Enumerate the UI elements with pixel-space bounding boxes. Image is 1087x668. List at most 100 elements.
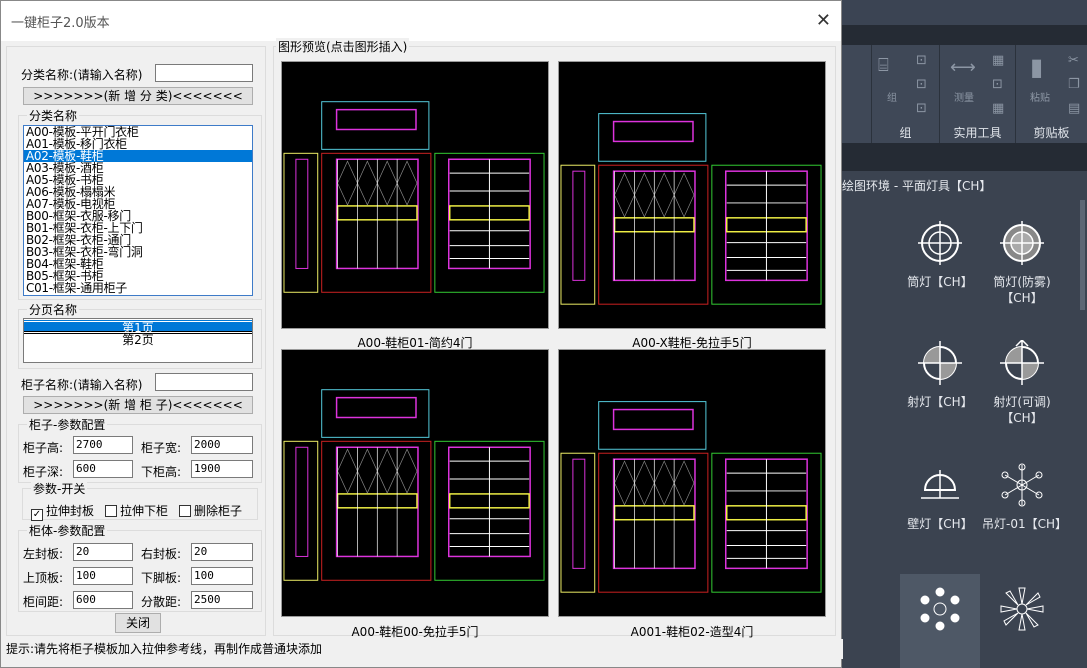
stretch-panel-checkbox[interactable]: ✓ 拉伸封板	[31, 502, 94, 521]
cabinet-dialog: 一键柜子2.0版本 ✕ 分类名称:(请输入名称) >>>>>>>(新 增 分 类…	[0, 0, 843, 668]
preview-thumbnail[interactable]	[281, 349, 549, 617]
page-list[interactable]: 第1页 第2页	[23, 318, 253, 363]
cabinet-drawing	[283, 389, 545, 581]
door-pattern	[376, 448, 398, 494]
left-panel-input[interactable]: 20	[73, 543, 133, 561]
side-view	[295, 446, 309, 557]
ribbon-group-label[interactable]: 组	[872, 124, 939, 141]
category-group-title: 分类名称	[27, 107, 80, 124]
door-pattern	[357, 448, 378, 494]
palette-item[interactable]: 筒灯(防雾)【CH】	[982, 220, 1062, 306]
ribbon-group-label[interactable]: 实用工具	[940, 124, 1015, 141]
cabinet-params-title: 柜子-参数配置	[27, 416, 108, 433]
top-view	[335, 108, 417, 131]
body-params-title: 柜体-参数配置	[27, 522, 108, 539]
category-name-input[interactable]	[155, 64, 253, 82]
palette-title: 绘图环境 - 平面灯具【CH】	[842, 175, 1087, 197]
palette-item[interactable]: 射灯【CH】	[900, 340, 980, 410]
ribbon-group-group[interactable]: ⌸ 组 ⊡ ⊡ ⊡ 组	[872, 45, 940, 143]
right-panel-label: 右封板:	[141, 547, 182, 561]
preview-caption[interactable]: A00-X鞋柜-免拉手5门	[558, 334, 826, 351]
ungroup-icon[interactable]: ⊡	[916, 53, 927, 68]
palette-item[interactable]: 射灯(可调)【CH】	[982, 340, 1062, 426]
stretch-lower-label: 拉伸下柜	[120, 504, 169, 518]
preview-title: 图形预览(点击图形插入)	[276, 38, 410, 55]
door-pattern	[634, 460, 655, 506]
palette-item[interactable]: 筒灯【CH】	[900, 220, 980, 290]
top-view	[612, 120, 694, 143]
cabinet-depth-input[interactable]: 600	[73, 460, 133, 478]
delete-cabinet-checkbox[interactable]: 删除柜子	[179, 502, 242, 519]
cabinet-name-label: 柜子名称:(请输入名称)	[21, 378, 143, 392]
paste-button-label[interactable]: 粘贴	[1020, 89, 1060, 104]
door-pattern	[337, 448, 358, 494]
checkbox-checked-icon[interactable]: ✓	[31, 509, 43, 521]
cabinet-name-input[interactable]	[155, 373, 253, 391]
ribbon-group-clipboard[interactable]: ▮ 粘贴 ✂ ❐ ▤ 剪贴板	[1016, 45, 1087, 143]
category-name-label: 分类名称:(请输入名称)	[21, 68, 143, 82]
cabinet-width-input[interactable]: 2000	[191, 436, 253, 454]
side-view-frame	[560, 452, 596, 593]
side-view-frame	[283, 152, 319, 293]
close-button[interactable]: 关闭	[115, 613, 161, 633]
ribbon: ⌸ 组 ⊡ ⊡ ⊡ 组 ⟷ 测量 ▦ ⊡ ▦ 实用工具 ▮ 粘贴 ✂ ❐ ▤ 剪…	[842, 45, 1087, 143]
palette-item-label: 壁灯【CH】	[907, 517, 973, 531]
stretch-lower-checkbox[interactable]: 拉伸下柜	[105, 502, 168, 519]
preview-thumbnail[interactable]	[558, 61, 826, 329]
group-select-icon[interactable]: ⊡	[916, 101, 927, 116]
front-view-frame	[321, 152, 432, 293]
top-view-frame	[321, 101, 430, 150]
spacing-input[interactable]: 600	[73, 591, 133, 609]
checkbox-icon[interactable]	[105, 505, 117, 517]
palette-item[interactable]	[982, 586, 1062, 640]
cut-icon[interactable]: ✂	[1068, 53, 1079, 68]
select-icon[interactable]: ⊡	[992, 77, 1003, 92]
close-icon[interactable]: ✕	[816, 10, 831, 31]
palette-item[interactable]: 壁灯【CH】	[900, 462, 980, 532]
lower-height-input[interactable]: 1900	[191, 460, 253, 478]
copy-icon[interactable]: ❐	[1068, 77, 1080, 92]
palette-scrollbar[interactable]	[1080, 200, 1085, 310]
palette-item[interactable]: 吊灯-01【CH】	[982, 462, 1067, 532]
cabinet-drawing	[283, 101, 545, 293]
preview-caption[interactable]: A001-鞋柜02-造型4门	[558, 623, 826, 640]
measure-icon[interactable]: ⟷	[950, 57, 976, 78]
quick-select-icon[interactable]: ▦	[992, 53, 1004, 68]
top-panel-input[interactable]: 100	[73, 567, 133, 585]
add-cabinet-button[interactable]: >>>>>>>(新 增 柜 子)<<<<<<<	[23, 396, 253, 414]
palette-item[interactable]	[900, 586, 980, 640]
preview-thumbnail[interactable]	[558, 349, 826, 617]
door-pattern	[337, 160, 358, 206]
match-properties-icon[interactable]: ▤	[1068, 101, 1080, 116]
preview-caption[interactable]: A00-鞋柜00-免拉手5门	[281, 623, 549, 640]
chandelier-icon	[1001, 463, 1043, 507]
group-edit-icon[interactable]: ⊡	[916, 77, 927, 92]
palette-item-label: 吊灯-01【CH】	[982, 517, 1068, 531]
page-item[interactable]: 第1页	[24, 319, 252, 334]
group-button-label[interactable]: 组	[872, 89, 912, 104]
ribbon-group-label[interactable]: 剪贴板	[1016, 124, 1087, 141]
cabinet-height-input[interactable]: 2700	[73, 436, 133, 454]
foot-panel-label: 下脚板:	[141, 571, 182, 585]
preview-thumbnail[interactable]	[281, 61, 549, 329]
title-bar[interactable]: 一键柜子2.0版本 ✕	[1, 1, 841, 41]
group-icon[interactable]: ⌸	[878, 55, 889, 76]
category-list[interactable]: A00-模板-平开门衣柜 A01-模板-移门衣柜 A02-模板-鞋柜 A03-模板-酒…	[23, 125, 253, 296]
preview-caption[interactable]: A00-鞋柜01-简约4门	[281, 334, 549, 351]
foot-panel-input[interactable]: 100	[191, 567, 253, 585]
top-view	[612, 408, 694, 431]
checkbox-icon[interactable]	[179, 505, 191, 517]
scatter-input[interactable]: 2500	[191, 591, 253, 609]
paste-icon[interactable]: ▮	[1030, 53, 1043, 81]
page-item[interactable]: 第2页	[24, 331, 252, 346]
add-category-button[interactable]: >>>>>>>(新 增 分 类)<<<<<<<	[23, 87, 253, 105]
ribbon-group-utilities[interactable]: ⟷ 测量 ▦ ⊡ ▦ 实用工具	[940, 45, 1016, 143]
front-view-frame	[598, 164, 709, 305]
left-panel-label: 左封板:	[23, 547, 64, 561]
measure-button-label[interactable]: 测量	[944, 89, 984, 104]
status-hint: 提示:请先将柜子模板加入拉伸参考线，再制作成普通块添加	[1, 639, 843, 659]
right-panel-input[interactable]: 20	[191, 543, 253, 561]
category-item[interactable]: C01-框架-通用柜子	[24, 282, 252, 294]
cabinet-drawing	[560, 401, 822, 593]
calculator-icon[interactable]: ▦	[992, 101, 1004, 116]
